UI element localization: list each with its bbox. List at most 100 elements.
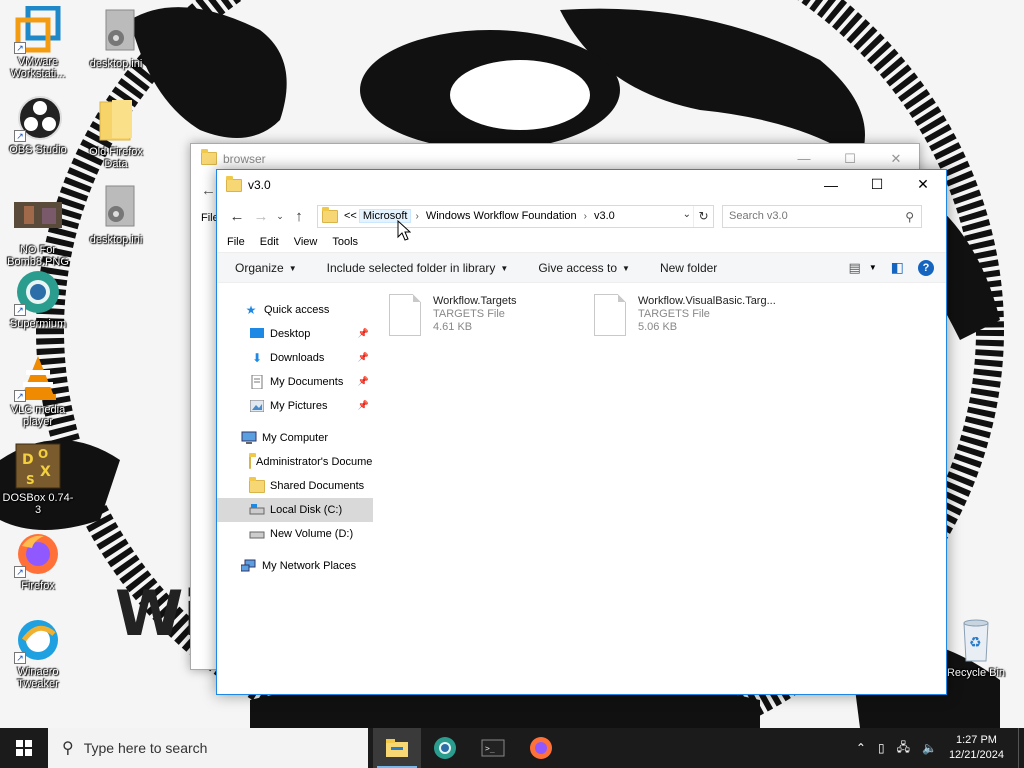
file-name: Workflow.Targets — [433, 295, 517, 307]
taskbar-search[interactable]: ⚲ Type here to search — [48, 728, 368, 768]
search-placeholder: Search v3.0 — [729, 210, 788, 222]
nav-downloads[interactable]: ⬇ Downloads 📌 — [217, 346, 373, 370]
close-button[interactable]: ✕ — [900, 170, 946, 199]
desktop-icon-label: Winaero Tweaker — [17, 666, 59, 690]
new-folder-button[interactable]: New folder — [660, 261, 717, 275]
menu-view[interactable]: View — [294, 236, 318, 248]
include-in-library-button[interactable]: Include selected folder in library ▼ — [327, 261, 509, 275]
minimize-button[interactable]: — — [808, 170, 854, 199]
desktop-icon-winaero[interactable]: ↗ Winaero Tweaker — [0, 616, 76, 690]
recycle-bin-icon: ♻ — [952, 617, 1000, 665]
maximize-button[interactable]: ☐ — [854, 170, 900, 199]
back-arrow-icon[interactable]: ← — [201, 182, 216, 199]
nav-desktop[interactable]: Desktop 📌 — [217, 322, 373, 346]
preview-pane-icon[interactable]: ◧ — [891, 259, 904, 276]
supermium-icon: ↗ — [14, 268, 62, 316]
winaero-icon: ↗ — [14, 616, 62, 664]
explorer-window[interactable]: v3.0 — ☐ ✕ ← → ⌄ ↑ << Microsoft › Window… — [216, 169, 947, 695]
breadcrumb-windows-workflow-foundation[interactable]: Windows Workflow Foundation — [423, 210, 580, 222]
desktop-icon-desktop-ini-2[interactable]: desktop.ini — [78, 184, 154, 246]
svg-text:♻: ♻ — [969, 635, 982, 651]
svg-text:O: O — [38, 447, 48, 461]
volume-muted-icon[interactable]: 🔈 — [922, 741, 937, 755]
taskbar-terminal[interactable]: >_ — [469, 728, 517, 768]
desktop-icon-firefox[interactable]: ↗ Firefox — [0, 530, 76, 592]
chevron-up-icon[interactable]: ⌃ — [856, 741, 866, 755]
pin-icon[interactable]: 📌 — [358, 352, 369, 363]
nav-local-disk-c[interactable]: Local Disk (C:) — [217, 498, 373, 522]
usb-device-icon[interactable]: ▯ — [878, 741, 885, 755]
supermium-icon — [434, 737, 456, 759]
file-icon — [389, 294, 421, 336]
file-size: 5.06 KB — [638, 321, 678, 333]
desktop-icon-old-firefox-data[interactable]: Old Firefox Data — [78, 96, 154, 170]
folder-icon — [249, 452, 256, 469]
forward-button[interactable]: → — [249, 204, 273, 228]
network-icon[interactable]: 🖧 — [897, 738, 910, 759]
chevron-down-icon[interactable]: ▼ — [869, 263, 877, 272]
give-access-button[interactable]: Give access to ▼ — [538, 261, 630, 275]
desktop-icon-desktop-ini[interactable]: desktop.ini — [78, 8, 154, 70]
desktop-icon-vlc[interactable]: ↗ VLC media player — [0, 354, 76, 428]
nav-my-documents[interactable]: My Documents 📌 — [217, 370, 373, 394]
file-item[interactable]: Workflow.Targets TARGETS File 4.61 KB — [389, 294, 594, 340]
address-overflow[interactable]: << — [344, 210, 359, 222]
view-options-icon[interactable]: ▤ — [849, 260, 861, 276]
desktop-icon-vmware[interactable]: ↗ VMware Workstati... — [0, 5, 76, 80]
taskbar-firefox[interactable] — [517, 728, 565, 768]
desktop-icon-supermium[interactable]: ↗ Supermium — [0, 268, 76, 330]
star-icon: ★ — [245, 303, 257, 317]
nav-my-network-places[interactable]: My Network Places — [217, 554, 373, 578]
image-icon — [14, 194, 62, 242]
chevron-right-icon[interactable]: › — [580, 211, 591, 222]
file-item[interactable]: Workflow.VisualBasic.Targ... TARGETS Fil… — [594, 294, 799, 340]
breadcrumb-v3[interactable]: v3.0 — [591, 210, 618, 222]
taskbar-file-explorer[interactable] — [373, 728, 421, 768]
pin-icon[interactable]: 📌 — [358, 376, 369, 387]
menu-edit[interactable]: Edit — [260, 236, 279, 248]
computer-icon — [241, 431, 257, 445]
pin-icon[interactable]: 📌 — [358, 400, 369, 411]
search-icon: ⚲ — [62, 740, 74, 757]
desktop-icon-obs[interactable]: ↗ OBS Studio — [0, 94, 76, 156]
nav-my-pictures[interactable]: My Pictures 📌 — [217, 394, 373, 418]
desktop-icon-label: desktop.ini — [89, 58, 143, 70]
chevron-down-icon[interactable]: ⌄ — [683, 209, 691, 220]
help-icon[interactable]: ? — [918, 259, 934, 276]
show-desktop-button[interactable] — [1018, 728, 1024, 768]
recent-locations-button[interactable]: ⌄ — [273, 204, 287, 228]
svg-text:>_: >_ — [485, 744, 495, 753]
search-input[interactable]: Search v3.0 ⚲ — [722, 204, 922, 228]
nav-quick-access[interactable]: ★ Quick access — [217, 298, 373, 322]
pin-icon[interactable]: 📌 — [358, 328, 369, 339]
obs-icon: ↗ — [14, 94, 62, 142]
organize-button[interactable]: Organize ▼ — [235, 261, 297, 275]
nav-administrators-documents[interactable]: Administrator's Documents — [217, 450, 373, 474]
desktop-icon-recycle-bin[interactable]: ♻ Recycle Bin — [938, 617, 1014, 679]
nav-shared-documents[interactable]: Shared Documents — [217, 474, 373, 498]
chevron-right-icon[interactable]: › — [411, 211, 422, 222]
folder-icon — [226, 175, 242, 192]
back-button[interactable]: ← — [225, 204, 249, 228]
menu-tools[interactable]: Tools — [332, 236, 358, 248]
desktop-icon-dosbox[interactable]: DOXS DOSBox 0.74-3 — [0, 442, 76, 516]
desktop-icon-no-for-bomb8[interactable]: NO For Bomb8.PNG — [0, 194, 76, 268]
refresh-button[interactable]: ↻ — [693, 205, 713, 227]
explorer-titlebar[interactable]: v3.0 — ☐ ✕ — [217, 170, 946, 200]
firefox-icon — [530, 737, 552, 759]
settings-file-icon — [92, 8, 140, 56]
menu-file[interactable]: File — [227, 236, 245, 248]
nav-my-computer[interactable]: My Computer — [217, 426, 373, 450]
desktop-icon-label: Recycle Bin — [946, 667, 1006, 679]
desktop-icon-label: DOSBox 0.74-3 — [2, 492, 74, 516]
vmware-icon: ↗ — [14, 5, 62, 54]
file-type: TARGETS File — [638, 308, 710, 320]
desktop-icon-label: Firefox — [21, 580, 55, 592]
start-button[interactable] — [0, 728, 48, 768]
clock[interactable]: 1:27 PM 12/21/2024 — [949, 733, 1004, 763]
up-button[interactable]: ↑ — [287, 204, 311, 228]
address-bar[interactable]: << Microsoft › Windows Workflow Foundati… — [317, 204, 714, 228]
clock-time: 1:27 PM — [955, 734, 997, 746]
taskbar-supermium[interactable] — [421, 728, 469, 768]
nav-new-volume-d[interactable]: New Volume (D:) — [217, 522, 373, 546]
